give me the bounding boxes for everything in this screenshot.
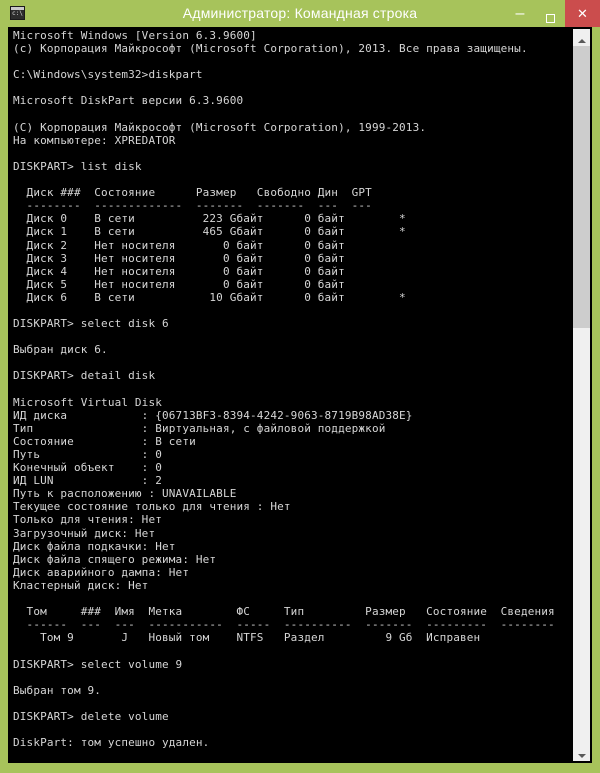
console-line: Диск файла подкачки: Нет [13, 539, 176, 553]
console-line: Диск ### Состояние Размер Свободно Дин G… [13, 186, 372, 200]
scrollbar-thumb[interactable] [573, 46, 590, 328]
console-line: (c) Корпорация Майкрософт (Microsoft Cor… [13, 42, 528, 56]
console-line: DISKPART> list disk [13, 159, 142, 173]
console-window[interactable]: Microsoft Windows [Version 6.3.9600] (c) … [8, 27, 592, 763]
console-line: Том 9 J Новый том NTFS Раздел 9 Gб Испра… [13, 631, 481, 645]
console-line: Выбран диск 6. [13, 343, 108, 357]
console-line: ------ --- --- ----------- ----- -------… [13, 618, 555, 632]
console-line: ИД диска : {06713BF3-8394-4242-9063-8719… [13, 408, 413, 422]
console-line: Microsoft Virtual Disk [13, 395, 162, 409]
console-line: DISKPART> select volume 9 [13, 657, 183, 671]
console-line: На компьютере: XPREDATOR [13, 133, 176, 147]
console-line: Путь : 0 [13, 448, 162, 461]
console-line: Конечный объект : 0 [13, 461, 162, 475]
console-line: Диск 4 Нет носителя 0 байт 0 байт [13, 264, 345, 278]
console-line: Диск 6 В сети 10 Gбайт 0 байт * [13, 290, 406, 304]
maximize-icon [545, 13, 555, 23]
minimize-icon: – [515, 4, 525, 22]
console-line: Только для чтения: Нет [13, 513, 162, 527]
maximize-button[interactable] [535, 0, 565, 27]
console-line: Диск 5 Нет носителя 0 байт 0 байт [13, 277, 345, 291]
console-line: Диск аварийного дампа: Нет [13, 565, 190, 579]
minimize-button[interactable]: – [505, 0, 535, 27]
console-line: DISKPART> detail disk [13, 369, 156, 383]
console-line: Том ### Имя Метка ФС Тип Размер Состояни… [13, 605, 555, 619]
vertical-scrollbar[interactable] [573, 29, 590, 761]
console-line: DISKPART> select disk 6 [13, 317, 169, 331]
console-line: Диск 1 В сети 465 Gбайт 0 байт * [13, 225, 406, 239]
chevron-up-icon [577, 38, 586, 43]
console-output: Microsoft Windows [Version 6.3.9600] (c) … [13, 29, 568, 759]
window-titlebar[interactable]: c:\ Администратор: Командная строка – ✕ [0, 0, 600, 27]
scrollbar-track[interactable] [573, 328, 590, 744]
console-line: Диск 3 Нет носителя 0 байт 0 байт [13, 251, 345, 265]
desktop-background: c:\ Администратор: Командная строка – ✕ … [0, 0, 600, 773]
console-line: DISKPART> delete volume [13, 709, 169, 723]
scroll-down-arrow-button[interactable] [573, 744, 590, 761]
console-line: Загрузочный диск: Нет [13, 526, 156, 540]
console-line: C:\Windows\system32>diskpart [13, 68, 203, 82]
console-line: Диск 2 Нет носителя 0 байт 0 байт [13, 238, 345, 252]
console-line: ИД LUN : 2 [13, 474, 162, 488]
console-line: Microsoft Windows [Version 6.3.9600] [13, 29, 257, 42]
console-line: Путь к расположению : UNAVAILABLE [13, 487, 237, 501]
console-line: Тип : Виртуальная, с файловой поддержкой [13, 421, 386, 435]
close-button[interactable]: ✕ [565, 0, 600, 27]
console-line: Диск файла спящего режима: Нет [13, 552, 217, 566]
console-line: Microsoft DiskPart версии 6.3.9600 [13, 94, 244, 108]
console-line: -------- ------------- ------- ------- -… [13, 199, 372, 213]
close-icon: ✕ [577, 6, 588, 21]
console-line: Диск 0 В сети 223 Gбайт 0 байт * [13, 212, 406, 226]
console-line: Состояние : В сети [13, 434, 196, 448]
console-line: Кластерный диск: Нет [13, 578, 149, 592]
scroll-up-arrow-button[interactable] [573, 29, 590, 46]
console-line: Текущее состояние только для чтения : Не… [13, 500, 291, 514]
console-line: (C) Корпорация Майкрософт (Microsoft Cor… [13, 120, 427, 134]
console-line: Выбран том 9. [13, 683, 102, 697]
chevron-down-icon [577, 754, 586, 758]
console-line: DiskPart: том успешно удален. [13, 736, 210, 750]
